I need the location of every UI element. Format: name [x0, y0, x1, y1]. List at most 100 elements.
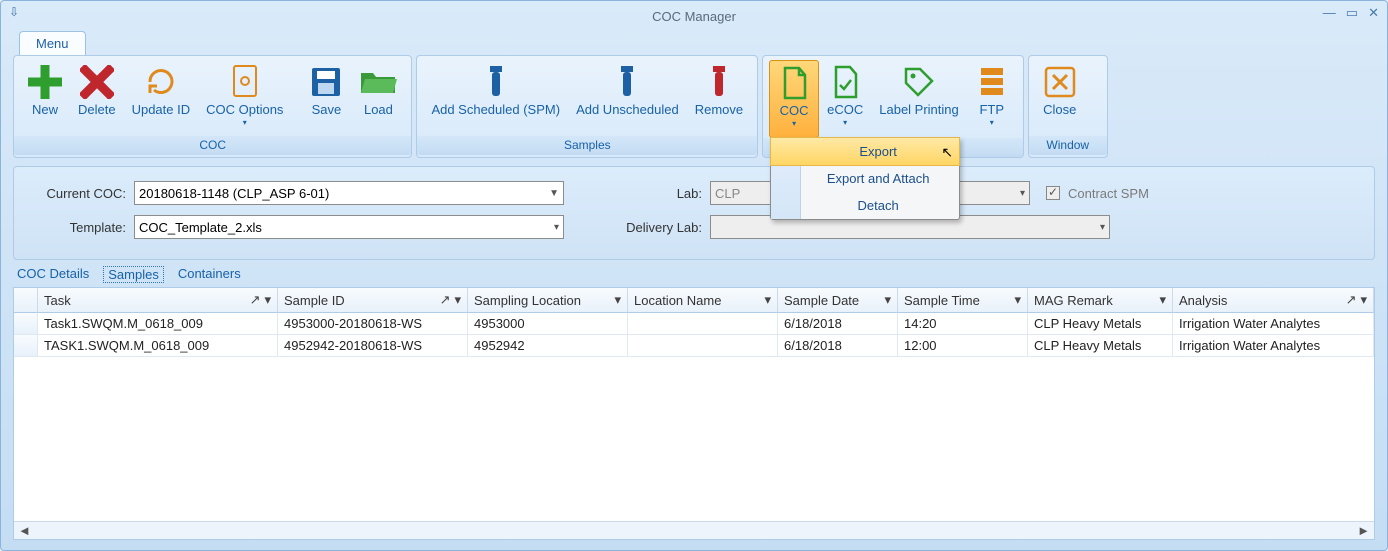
cell-mag_remark: CLP Heavy Metals: [1028, 313, 1173, 335]
close-window-icon[interactable]: ✕: [1368, 5, 1379, 21]
app-title: COC Manager: [652, 9, 736, 24]
chevron-down-icon: ▾: [780, 119, 809, 129]
menu-item-detach[interactable]: Detach: [771, 192, 959, 219]
cell-analysis: Irrigation Water Analytes: [1173, 313, 1374, 335]
document-check-icon: [831, 62, 859, 102]
cell-sample_id: 4952942-20180618-WS: [278, 335, 468, 357]
title-bar: ⇩ COC Manager — ▭ ✕: [1, 1, 1387, 31]
tab-menu[interactable]: Menu: [19, 31, 86, 55]
delete-button[interactable]: Delete: [70, 60, 124, 136]
row-handle[interactable]: [14, 335, 38, 357]
horizontal-scrollbar[interactable]: ◄►: [14, 521, 1374, 539]
cell-sampling_location: 4953000: [468, 313, 628, 335]
remove-button[interactable]: Remove: [687, 60, 751, 136]
x-icon: [80, 62, 114, 102]
new-button[interactable]: New: [20, 60, 70, 136]
vial-red-icon: [710, 62, 728, 102]
template-combo[interactable]: COC_Template_2.xls▾: [134, 215, 564, 239]
cell-location_name: [628, 313, 778, 335]
add-scheduled-button[interactable]: Add Scheduled (SPM): [423, 60, 568, 136]
server-icon: [977, 62, 1007, 102]
delivery-lab-label: Delivery Lab:: [572, 220, 702, 235]
col-sample-date[interactable]: Sample Date▾: [778, 288, 898, 313]
plus-icon: [28, 62, 62, 102]
template-label: Template:: [26, 220, 126, 235]
ribbon: New Delete Update ID: [13, 55, 1375, 158]
sort-icon: ↗: [440, 292, 451, 308]
cell-sample_date: 6/18/2018: [778, 335, 898, 357]
table-row[interactable]: TASK1.SWQM.M_0618_0094952942-20180618-WS…: [14, 335, 1374, 357]
filter-icon: ▾: [1360, 292, 1367, 308]
form-panel: Current COC: 20180618-1148 (CLP_ASP 6-01…: [13, 166, 1375, 260]
menu-item-export-attach[interactable]: Export and Attach: [771, 165, 959, 192]
add-unscheduled-button[interactable]: Add Unscheduled: [568, 60, 687, 136]
chevron-down-icon: ▾: [206, 118, 283, 128]
cell-analysis: Irrigation Water Analytes: [1173, 335, 1374, 357]
filter-icon: ▾: [454, 292, 461, 308]
filter-icon: ▾: [264, 292, 271, 308]
cell-location_name: [628, 335, 778, 357]
table-row[interactable]: Task1.SWQM.M_0618_0094953000-20180618-WS…: [14, 313, 1374, 335]
close-button[interactable]: Close: [1035, 60, 1085, 136]
coc-export-button[interactable]: COC▾ Export ↖ Export and Attach Detach: [769, 60, 819, 138]
group-label-coc: COC: [14, 136, 411, 155]
minimize-icon[interactable]: —: [1323, 5, 1336, 21]
col-mag-remark[interactable]: MAG Remark▾: [1028, 288, 1173, 313]
filter-icon: ▾: [1014, 292, 1021, 308]
row-handle[interactable]: [14, 313, 38, 335]
col-location-name[interactable]: Location Name▾: [628, 288, 778, 313]
sort-icon: ↗: [1346, 292, 1357, 308]
ribbon-group-samples: Add Scheduled (SPM) Add Unscheduled Remo…: [416, 55, 758, 158]
ftp-button[interactable]: FTP▾: [967, 60, 1017, 138]
group-label-window: Window: [1029, 136, 1107, 155]
col-sampling-location[interactable]: Sampling Location▾: [468, 288, 628, 313]
ribbon-group-export: COC▾ Export ↖ Export and Attach Detach: [762, 55, 1024, 158]
qat-dropdown-icon[interactable]: ⇩: [9, 5, 19, 19]
cell-sampling_location: 4952942: [468, 335, 628, 357]
subtab-strip: COC Details Samples Containers: [13, 264, 1375, 285]
samples-grid: Task↗▾ Sample ID↗▾ Sampling Location▾ Lo…: [13, 287, 1375, 540]
cell-sample_date: 6/18/2018: [778, 313, 898, 335]
ecoc-button[interactable]: eCOC▾: [819, 60, 871, 138]
row-selector-header[interactable]: [14, 288, 38, 313]
cell-sample_time: 12:00: [898, 335, 1028, 357]
refresh-icon: [144, 62, 178, 102]
menu-item-export[interactable]: Export ↖: [770, 137, 960, 166]
group-label-samples: Samples: [417, 136, 757, 155]
cursor-icon: ↖: [941, 144, 953, 161]
cell-task: Task1.SWQM.M_0618_009: [38, 313, 278, 335]
save-button[interactable]: Save: [301, 60, 351, 136]
cell-sample_time: 14:20: [898, 313, 1028, 335]
ribbon-group-coc: New Delete Update ID: [13, 55, 412, 158]
col-sample-time[interactable]: Sample Time▾: [898, 288, 1028, 313]
vial-blue-icon: [618, 62, 636, 102]
chevron-down-icon: ▾: [827, 118, 863, 128]
lab-label: Lab:: [612, 186, 702, 201]
coc-options-button[interactable]: COC Options▾: [198, 60, 291, 136]
load-button[interactable]: Load: [351, 60, 405, 136]
current-coc-label: Current COC:: [26, 186, 126, 201]
chevron-down-icon: ▾: [1100, 222, 1105, 233]
filter-icon: ▾: [884, 292, 891, 308]
grid-body: Task1.SWQM.M_0618_0094953000-20180618-WS…: [14, 313, 1374, 521]
col-analysis[interactable]: Analysis↗▾: [1173, 288, 1374, 313]
sort-icon: ↗: [250, 292, 261, 308]
subtab-samples[interactable]: Samples: [103, 266, 164, 283]
cell-task: TASK1.SWQM.M_0618_009: [38, 335, 278, 357]
chevron-down-icon: ▼: [549, 188, 559, 199]
vial-blue-icon: [487, 62, 505, 102]
contract-spm-checkbox[interactable]: [1046, 186, 1060, 200]
close-box-icon: [1043, 62, 1077, 102]
maximize-icon[interactable]: ▭: [1346, 5, 1358, 21]
subtab-containers[interactable]: Containers: [178, 266, 241, 283]
col-task[interactable]: Task↗▾: [38, 288, 278, 313]
current-coc-combo[interactable]: 20180618-1148 (CLP_ASP 6-01)▼: [134, 181, 564, 205]
col-sample-id[interactable]: Sample ID↗▾: [278, 288, 468, 313]
filter-icon: ▾: [1159, 292, 1166, 308]
update-id-button[interactable]: Update ID: [124, 60, 199, 136]
cell-sample_id: 4953000-20180618-WS: [278, 313, 468, 335]
label-printing-button[interactable]: Label Printing: [871, 60, 967, 138]
subtab-coc-details[interactable]: COC Details: [17, 266, 89, 283]
folder-open-icon: [359, 62, 397, 102]
chevron-down-icon: ▾: [979, 118, 1004, 128]
